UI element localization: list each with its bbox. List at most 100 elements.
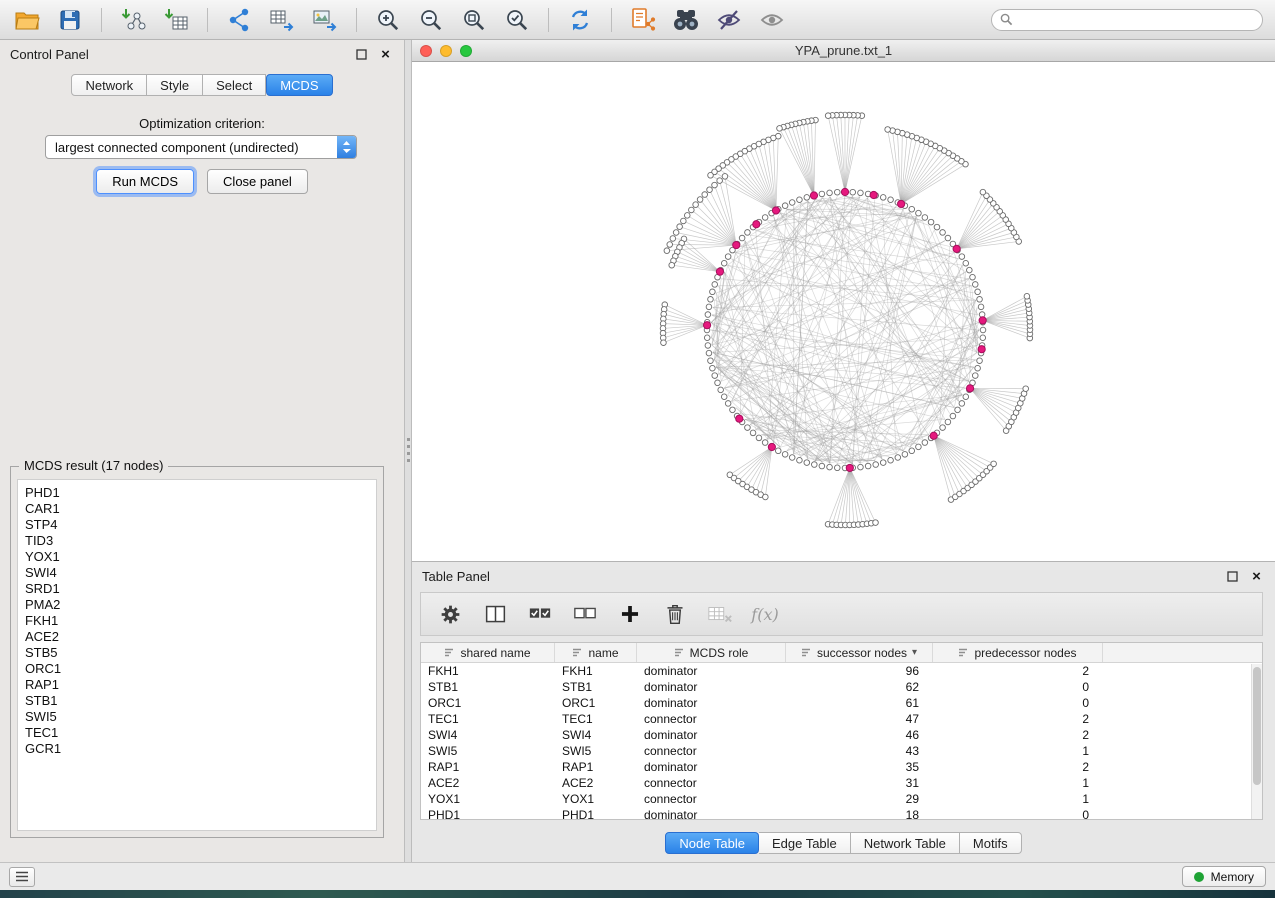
zoom-in-button[interactable]	[373, 5, 403, 35]
mcds-result-item[interactable]: STB5	[25, 645, 376, 661]
hide-selected-button[interactable]	[714, 5, 744, 35]
export-network-button[interactable]	[224, 5, 254, 35]
network-graph[interactable]	[412, 62, 1275, 561]
tab-network[interactable]: Network	[71, 74, 147, 96]
refresh-button[interactable]	[565, 5, 595, 35]
tab-mcds[interactable]: MCDS	[266, 74, 332, 96]
float-table-panel-button[interactable]	[1224, 568, 1241, 585]
zoom-selected-button[interactable]	[502, 5, 532, 35]
search-box[interactable]	[991, 9, 1263, 31]
column-header-label: predecessor nodes	[974, 646, 1076, 660]
criterion-dropdown[interactable]: largest connected component (undirected)	[45, 135, 357, 159]
delete-button[interactable]	[662, 601, 688, 627]
scrollbar-thumb[interactable]	[1253, 667, 1261, 785]
mcds-result-item[interactable]: PMA2	[25, 597, 376, 613]
tab-style[interactable]: Style	[147, 74, 203, 96]
mcds-result-item[interactable]: YOX1	[25, 549, 376, 565]
add-button[interactable]	[617, 601, 643, 627]
open-folder-button[interactable]	[12, 5, 42, 35]
table-cell: 0	[933, 680, 1103, 694]
table-row[interactable]: SWI5SWI5connector431	[421, 743, 1262, 759]
export-image-button[interactable]	[310, 5, 340, 35]
mcds-result-item[interactable]: RAP1	[25, 677, 376, 693]
table-row[interactable]: FKH1FKH1dominator962	[421, 663, 1262, 679]
mcds-result-item[interactable]: SWI4	[25, 565, 376, 581]
search-input[interactable]	[1018, 13, 1254, 27]
table-row[interactable]: ACE2ACE2connector311	[421, 775, 1262, 791]
tab-node-table[interactable]: Node Table	[665, 832, 759, 854]
document-share-icon	[630, 7, 656, 33]
mcds-result-item[interactable]: PHD1	[25, 485, 376, 501]
float-window-icon	[356, 49, 367, 60]
mcds-result-item[interactable]: CAR1	[25, 501, 376, 517]
table-row[interactable]: PHD1PHD1dominator180	[421, 807, 1262, 820]
mcds-result-item[interactable]: STB1	[25, 693, 376, 709]
add-icon	[619, 603, 641, 625]
document-share-button[interactable]	[628, 5, 658, 35]
column-header-label: shared name	[460, 646, 530, 660]
close-window-button[interactable]	[420, 45, 432, 57]
float-panel-button[interactable]	[353, 46, 370, 63]
network-canvas[interactable]	[412, 62, 1275, 561]
table-row[interactable]: SWI4SWI4dominator462	[421, 727, 1262, 743]
hide-selected-icon	[716, 7, 742, 33]
column-header-mcds-role[interactable]: MCDS role	[637, 643, 786, 662]
mcds-result-item[interactable]: SWI5	[25, 709, 376, 725]
close-panel-button[interactable]: ×	[377, 46, 394, 63]
gear-button[interactable]	[437, 601, 463, 627]
run-mcds-button[interactable]: Run MCDS	[96, 169, 194, 194]
mcds-result-item[interactable]: ORC1	[25, 661, 376, 677]
import-table-disabled-button[interactable]	[707, 601, 733, 627]
mcds-result-list[interactable]: PHD1CAR1STP4TID3YOX1SWI4SRD1PMA2FKH1ACE2…	[17, 479, 377, 831]
deselect-all-button[interactable]	[572, 601, 598, 627]
column-header-label: MCDS role	[690, 646, 749, 660]
mcds-result-item[interactable]: ACE2	[25, 629, 376, 645]
show-all-button[interactable]	[757, 5, 787, 35]
menu-button[interactable]	[9, 867, 35, 887]
mcds-result-item[interactable]: TID3	[25, 533, 376, 549]
close-table-panel-button[interactable]: ×	[1248, 568, 1265, 585]
table-row[interactable]: ORC1ORC1dominator610	[421, 695, 1262, 711]
column-header-predecessor-nodes[interactable]: predecessor nodes	[933, 643, 1103, 662]
tab-motifs[interactable]: Motifs	[960, 832, 1022, 854]
table-row[interactable]: TEC1TEC1connector472	[421, 711, 1262, 727]
table-cell: 29	[786, 792, 933, 806]
table-row[interactable]: STB1STB1dominator620	[421, 679, 1262, 695]
zoom-out-button[interactable]	[416, 5, 446, 35]
import-table-button[interactable]	[161, 5, 191, 35]
tab-select[interactable]: Select	[203, 74, 266, 96]
mcds-result-item[interactable]: STP4	[25, 517, 376, 533]
open-folder-icon	[14, 8, 41, 32]
maximize-window-button[interactable]	[460, 45, 472, 57]
mcds-result-item[interactable]: SRD1	[25, 581, 376, 597]
column-header-name[interactable]: name	[555, 643, 637, 662]
vertical-splitter[interactable]	[405, 40, 412, 862]
tab-edge-table[interactable]: Edge Table	[759, 832, 851, 854]
columns-button[interactable]	[482, 601, 508, 627]
refresh-icon	[567, 7, 593, 33]
table-cell: 0	[933, 696, 1103, 710]
import-network-button[interactable]	[118, 5, 148, 35]
binoculars-button[interactable]	[671, 5, 701, 35]
table-scrollbar[interactable]	[1251, 664, 1262, 819]
minimize-window-button[interactable]	[440, 45, 452, 57]
column-header-shared-name[interactable]: shared name	[421, 643, 555, 662]
save-button[interactable]	[55, 5, 85, 35]
mcds-result-item[interactable]: TEC1	[25, 725, 376, 741]
delete-icon	[664, 603, 686, 626]
column-header-successor-nodes[interactable]: successor nodes▾	[786, 643, 933, 662]
function-builder-button[interactable]: f(x)	[752, 601, 778, 627]
memory-button[interactable]: Memory	[1182, 866, 1266, 887]
zoom-fit-icon	[461, 7, 487, 33]
tab-network-table[interactable]: Network Table	[851, 832, 960, 854]
table-row[interactable]: YOX1YOX1connector291	[421, 791, 1262, 807]
table-row[interactable]: RAP1RAP1dominator352	[421, 759, 1262, 775]
zoom-fit-button[interactable]	[459, 5, 489, 35]
close-panel-action-button[interactable]: Close panel	[207, 169, 308, 194]
table-cell: TEC1	[421, 712, 555, 726]
mcds-result-item[interactable]: FKH1	[25, 613, 376, 629]
select-all-button[interactable]	[527, 601, 553, 627]
export-table-button[interactable]	[267, 5, 297, 35]
mcds-result-item[interactable]: GCR1	[25, 741, 376, 757]
table-cell: SWI4	[555, 728, 637, 742]
